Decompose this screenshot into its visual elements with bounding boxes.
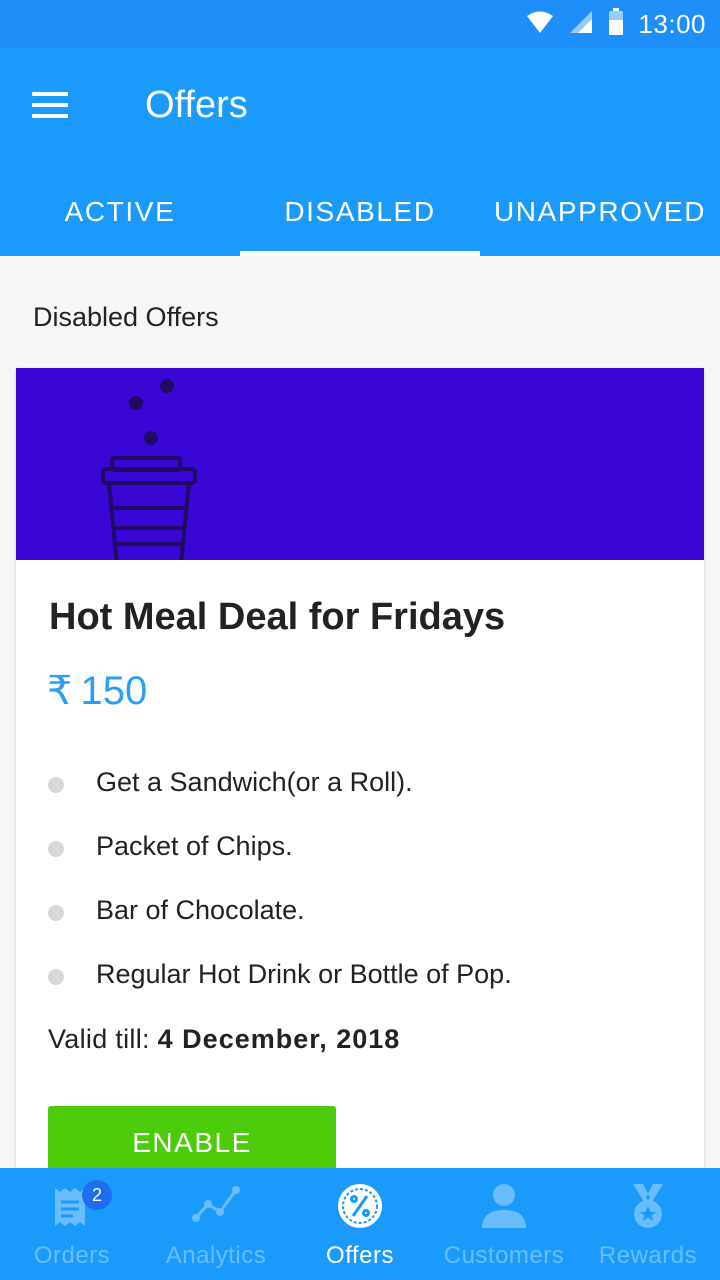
wifi-icon [526,9,554,40]
app-bar: Offers ACTIVE DISABLED UNAPPROVED [0,48,720,256]
bullet-icon [48,969,64,985]
nav-label: Customers [443,1242,565,1269]
medal-icon [633,1184,663,1228]
person-icon [482,1184,526,1228]
list-item: Bar of Chocolate. [48,878,688,942]
list-item: Regular Hot Drink or Bottle of Pop. [48,942,688,1006]
item-text: Get a Sandwich(or a Roll). [96,766,413,797]
list-item: Packet of Chips. [48,814,688,878]
bullet-icon [48,777,64,793]
analytics-icon [192,1186,240,1222]
orders-badge: 2 [82,1180,112,1210]
item-text: Packet of Chips. [96,830,293,861]
signal-icon [568,9,594,40]
nav-analytics[interactable]: Analytics [144,1168,288,1280]
tab-unapproved[interactable]: UNAPPROVED [480,168,720,256]
tab-bar: ACTIVE DISABLED UNAPPROVED [0,168,720,256]
page-title: Offers [145,84,248,126]
offer-items-list: Get a Sandwich(or a Roll). Packet of Chi… [48,750,688,1006]
bullet-icon [48,905,64,921]
offer-price: ₹ 150 [47,668,147,714]
list-item: Get a Sandwich(or a Roll). [48,750,688,814]
nav-offers[interactable]: Offers [288,1168,432,1280]
currency-symbol: ₹ [47,669,73,713]
price-value: 150 [80,669,148,713]
item-text: Bar of Chocolate. [96,894,305,925]
offer-banner [16,368,704,560]
nav-label: Rewards [598,1242,698,1269]
bottom-nav: 2 Orders Analytics Offers Customers Rewa… [0,1168,720,1280]
nav-orders[interactable]: 2 Orders [0,1168,144,1280]
nav-label: Orders [33,1242,111,1269]
validity-text: Valid till: 4 December, 2018 [48,1024,400,1055]
valid-date: 4 December, 2018 [157,1024,401,1054]
item-text: Regular Hot Drink or Bottle of Pop. [96,958,512,989]
nav-rewards[interactable]: Rewards [576,1168,720,1280]
nav-label: Analytics [165,1242,267,1269]
section-title: Disabled Offers [33,302,219,332]
offer-title: Hot Meal Deal for Fridays [49,596,506,638]
bullet-icon [48,841,64,857]
percent-badge-icon [338,1184,382,1228]
status-time: 13:00 [638,9,706,39]
coffee-cup-icon [101,379,197,560]
battery-icon [608,8,624,41]
nav-customers[interactable]: Customers [432,1168,576,1280]
nav-label: Offers [326,1242,394,1269]
offer-card: Hot Meal Deal for Fridays ₹ 150 Get a Sa… [16,368,704,1198]
menu-icon[interactable] [24,82,76,130]
tab-disabled[interactable]: DISABLED [240,168,480,256]
status-bar: 13:00 [0,0,720,48]
tab-active[interactable]: ACTIVE [0,168,240,256]
valid-label: Valid till: [48,1024,150,1054]
